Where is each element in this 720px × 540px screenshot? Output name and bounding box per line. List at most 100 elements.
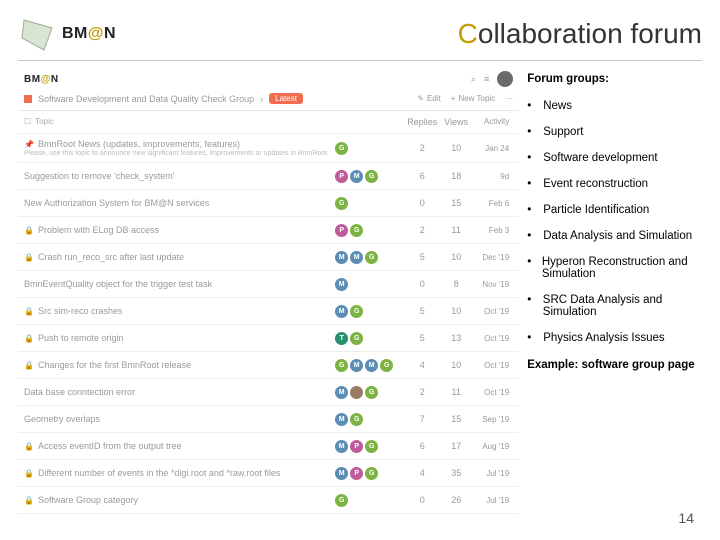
participants: MG xyxy=(335,413,405,426)
topic-title: Software Group category xyxy=(38,495,138,505)
avatar[interactable]: P xyxy=(335,170,348,183)
more-icon[interactable]: ⋯ xyxy=(505,94,513,103)
topic-title: Push to remote origin xyxy=(38,333,124,343)
table-row[interactable]: 🔒Different number of events in the *digi… xyxy=(18,460,519,487)
bullet-icon: • xyxy=(527,230,535,242)
avatar[interactable]: M xyxy=(365,359,378,372)
avatar[interactable]: G xyxy=(380,359,393,372)
avatar[interactable]: G xyxy=(365,386,378,399)
participants: MMG xyxy=(335,251,405,264)
avatar[interactable]: G xyxy=(335,494,348,507)
avatar[interactable]: M xyxy=(350,359,363,372)
title-rest: ollaboration forum xyxy=(478,18,702,49)
avatar[interactable]: G xyxy=(350,305,363,318)
avatar[interactable]: G xyxy=(365,467,378,480)
bullet-icon: • xyxy=(527,152,535,164)
table-row[interactable]: 🔒Access eventID from the output treeMPG6… xyxy=(18,433,519,460)
col-views: Views xyxy=(439,117,473,127)
views: 8 xyxy=(439,279,473,289)
shot-category[interactable]: Software Development and Data Quality Ch… xyxy=(24,93,303,104)
avatar[interactable]: M xyxy=(350,170,363,183)
activity: Feb 3 xyxy=(473,226,513,235)
avatar[interactable]: M xyxy=(335,278,348,291)
table-row[interactable]: Data base conntection errorMG211Oct '19 xyxy=(18,379,519,406)
avatar[interactable]: G xyxy=(335,197,348,210)
avatar[interactable]: G xyxy=(350,332,363,345)
bullet-icon: • xyxy=(527,126,535,138)
table-row[interactable]: 🔒Push to remote originTG513Oct '19 xyxy=(18,325,519,352)
page-title: Collaboration forum xyxy=(458,18,702,50)
avatar[interactable]: G xyxy=(365,440,378,453)
avatar[interactable]: M xyxy=(350,251,363,264)
table-row[interactable]: Geometry overlapsMG715Sep '19 xyxy=(18,406,519,433)
avatar[interactable]: T xyxy=(335,332,348,345)
avatar[interactable]: G xyxy=(350,224,363,237)
avatar[interactable]: M xyxy=(335,413,348,426)
bullet-icon: • xyxy=(527,100,535,112)
avatar[interactable]: G xyxy=(335,359,348,372)
slide-header: BM@N Collaboration forum xyxy=(0,14,720,60)
views: 18 xyxy=(439,171,473,181)
avatar[interactable] xyxy=(497,71,513,87)
avatar[interactable]: M xyxy=(335,251,348,264)
avatar[interactable]: P xyxy=(350,440,363,453)
table-row[interactable]: 🔒Src sim-reco crashesMG510Oct '19 xyxy=(18,298,519,325)
lock-icon: 🔒 xyxy=(24,334,34,343)
participants: MPG xyxy=(335,467,405,480)
activity: Aug '19 xyxy=(473,442,513,451)
lock-icon: 🔒 xyxy=(24,469,34,478)
avatar[interactable]: M xyxy=(335,305,348,318)
menu-icon[interactable]: ≡ xyxy=(484,74,489,84)
table-body: 📌BmnRoot News (updates, improvements, fe… xyxy=(18,134,519,514)
participants: PMG xyxy=(335,170,405,183)
table-row[interactable]: Suggestion to remove 'check_system'PMG61… xyxy=(18,163,519,190)
table-row[interactable]: 📌BmnRoot News (updates, improvements, fe… xyxy=(18,134,519,163)
views: 11 xyxy=(439,225,473,235)
filter-pill[interactable]: Latest xyxy=(269,93,303,104)
logo-text-c: N xyxy=(104,25,116,42)
table-row[interactable]: 🔒Problem with ELog DB accessPG211Feb 3 xyxy=(18,217,519,244)
avatar[interactable]: M xyxy=(335,467,348,480)
avatar[interactable]: G xyxy=(365,251,378,264)
lock-icon: 🔒 xyxy=(24,226,34,235)
new-topic-button[interactable]: +New Topic xyxy=(451,94,495,103)
replies: 5 xyxy=(405,333,439,343)
table-row[interactable]: 🔒Crash run_reco_src after last updateMMG… xyxy=(18,244,519,271)
table-row[interactable]: New Authorization System for BM@N servic… xyxy=(18,190,519,217)
avatar[interactable]: M xyxy=(335,440,348,453)
lock-icon: 🔒 xyxy=(24,442,34,451)
avatar[interactable] xyxy=(350,386,363,399)
select-all[interactable]: ☐ xyxy=(24,117,31,127)
list-item: •Event reconstruction xyxy=(527,171,710,197)
activity: Nov '19 xyxy=(473,280,513,289)
avatar[interactable]: G xyxy=(335,142,348,155)
topic-title: Crash run_reco_src after last update xyxy=(38,252,184,262)
list-item-label: SRC Data Analysis and Simulation xyxy=(543,294,710,318)
views: 13 xyxy=(439,333,473,343)
views: 10 xyxy=(439,252,473,262)
bullet-icon: • xyxy=(527,294,535,318)
avatar[interactable]: G xyxy=(350,413,363,426)
list-item-label: News xyxy=(543,100,572,112)
avatar[interactable]: P xyxy=(335,224,348,237)
logo: BM@N xyxy=(18,14,116,54)
avatar[interactable]: P xyxy=(350,467,363,480)
participants: G xyxy=(335,494,405,507)
edit-button[interactable]: ✎Edit xyxy=(417,94,441,103)
table-row[interactable]: BmnEventQuality object for the trigger t… xyxy=(18,271,519,298)
views: 10 xyxy=(439,360,473,370)
views: 15 xyxy=(439,414,473,424)
lock-icon: 🔒 xyxy=(24,307,34,316)
shot-topbar: BM@N ⌕ ≡ xyxy=(18,69,519,89)
search-icon[interactable]: ⌕ xyxy=(471,74,476,85)
avatar[interactable]: G xyxy=(365,170,378,183)
logo-icon xyxy=(18,14,58,54)
pencil-icon: ✎ xyxy=(417,94,424,103)
table-row[interactable]: 🔒Software Group categoryG026Jul '19 xyxy=(18,487,519,514)
col-replies: Replies xyxy=(405,117,439,127)
lock-icon: 🔒 xyxy=(24,361,34,370)
list-item-label: Hyperon Reconstruction and Simulation xyxy=(542,256,710,280)
table-row[interactable]: 🔒Changes for the first BmnRoot releaseGM… xyxy=(18,352,519,379)
avatar[interactable]: M xyxy=(335,386,348,399)
list-item: •Data Analysis and Simulation xyxy=(527,223,710,249)
